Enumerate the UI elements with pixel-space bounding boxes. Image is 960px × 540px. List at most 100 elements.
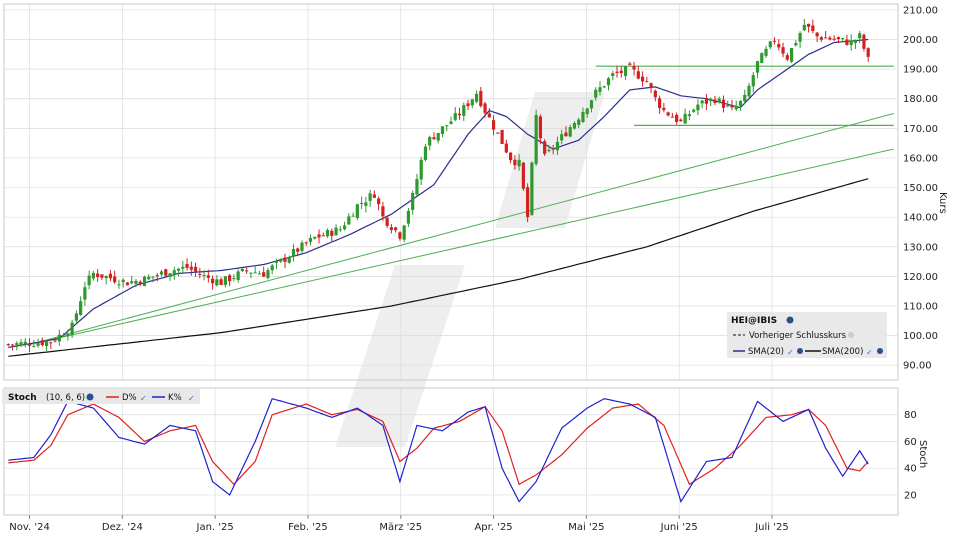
candle-body <box>849 40 853 46</box>
x-tick-label: Juni '25 <box>660 522 698 533</box>
candle-body <box>40 340 44 346</box>
x-tick-label: Dez. '24 <box>102 522 143 533</box>
legend-prev-close-label: Vorheriger Schlusskurs <box>749 331 847 341</box>
candle-body <box>351 215 355 217</box>
legend-symbol: HEI@IBIS <box>731 316 777 326</box>
settings-icon[interactable] <box>877 348 883 354</box>
candle-body <box>692 109 696 112</box>
candle-body <box>108 273 113 279</box>
candle-body <box>411 192 415 210</box>
candle-body <box>10 344 15 346</box>
checkmark-icon[interactable]: ✓ <box>866 348 873 357</box>
candle-body <box>138 281 142 284</box>
price-tick-label: 140.00 <box>903 213 938 224</box>
stoch-title: Stoch <box>8 393 37 403</box>
candle-body <box>134 280 138 284</box>
candle-body <box>368 193 372 201</box>
candle-body <box>342 225 347 230</box>
candle-body <box>202 275 206 277</box>
stoch-params: (10, 6, 6) <box>46 393 85 403</box>
x-tick-label: Feb. '25 <box>288 522 328 533</box>
candle-body <box>734 106 738 110</box>
candle-body <box>66 333 70 337</box>
checkmark-icon[interactable]: ✓ <box>787 348 794 357</box>
x-tick-label: Nov. '24 <box>9 522 50 533</box>
legend-d-label: D% <box>122 393 137 403</box>
candle-body <box>287 257 291 263</box>
price-tick-label: 90.00 <box>903 361 932 372</box>
candle-body <box>462 105 466 116</box>
candle-body <box>117 284 121 286</box>
candle-body <box>479 91 483 107</box>
price-tick-label: 120.00 <box>903 272 938 283</box>
price-tick-label: 150.00 <box>903 183 938 194</box>
visibility-icon[interactable] <box>848 332 854 338</box>
candle-body <box>777 44 781 48</box>
candle-body <box>841 38 845 40</box>
candle-body <box>79 301 83 315</box>
checkmark-icon[interactable]: ✓ <box>140 394 147 403</box>
candle-body <box>57 334 61 342</box>
candle-body <box>364 202 368 206</box>
candle-body <box>730 105 734 108</box>
candle-body <box>543 141 547 154</box>
candle-body <box>113 276 117 283</box>
candle-body <box>483 103 487 113</box>
legend-k-label: K% <box>168 393 182 403</box>
candle-body <box>862 34 866 49</box>
candle-body <box>6 344 10 346</box>
candle-body <box>521 162 525 189</box>
candle-body <box>262 272 266 277</box>
candle-body <box>768 41 772 48</box>
candle-body <box>564 132 568 137</box>
price-tick-label: 190.00 <box>903 65 938 76</box>
stoch-tick-label: 20 <box>904 490 917 501</box>
candle-body <box>798 33 802 42</box>
candle-body <box>253 272 257 274</box>
candle-body <box>198 274 202 276</box>
settings-icon[interactable] <box>786 316 794 324</box>
candle-body <box>807 23 811 27</box>
candle-body <box>313 236 317 239</box>
candle-body <box>509 152 513 161</box>
candle-body <box>845 39 849 45</box>
candle-body <box>121 279 125 283</box>
price-tick-label: 110.00 <box>903 301 938 312</box>
candle-body <box>636 71 640 79</box>
candle-body <box>168 273 172 277</box>
candle-body <box>747 85 751 97</box>
candle-body <box>266 270 270 279</box>
candle-body <box>279 258 283 262</box>
candle-body <box>449 121 453 124</box>
price-tick-label: 200.00 <box>903 35 938 46</box>
candle-body <box>619 70 623 74</box>
candle-body <box>662 107 666 111</box>
candle-body <box>572 122 577 129</box>
candle-body <box>500 129 504 144</box>
candle-body <box>670 116 674 118</box>
candle-body <box>389 227 393 230</box>
candle-body <box>517 159 521 167</box>
candle-body <box>440 126 445 135</box>
settings-icon[interactable] <box>797 348 803 354</box>
price-tick-label: 100.00 <box>903 331 938 342</box>
candle-body <box>74 313 78 321</box>
checkmark-icon[interactable]: ✓ <box>188 394 195 403</box>
candle-body <box>436 132 440 141</box>
candle-body <box>240 268 244 272</box>
candle-body <box>27 344 32 346</box>
candle-body <box>360 202 364 204</box>
candle-body <box>377 198 381 205</box>
candle-body <box>211 278 215 284</box>
x-tick-label: Jan. '25 <box>196 522 234 533</box>
candle-body <box>755 61 760 73</box>
candle-body <box>53 340 57 342</box>
candle-body <box>513 159 517 166</box>
candle-body <box>772 40 777 42</box>
candle-body <box>125 282 130 286</box>
settings-icon[interactable] <box>86 393 94 401</box>
candle-body <box>696 104 700 111</box>
candle-body <box>219 279 223 285</box>
candle-body <box>283 257 287 262</box>
candle-body <box>228 275 232 282</box>
